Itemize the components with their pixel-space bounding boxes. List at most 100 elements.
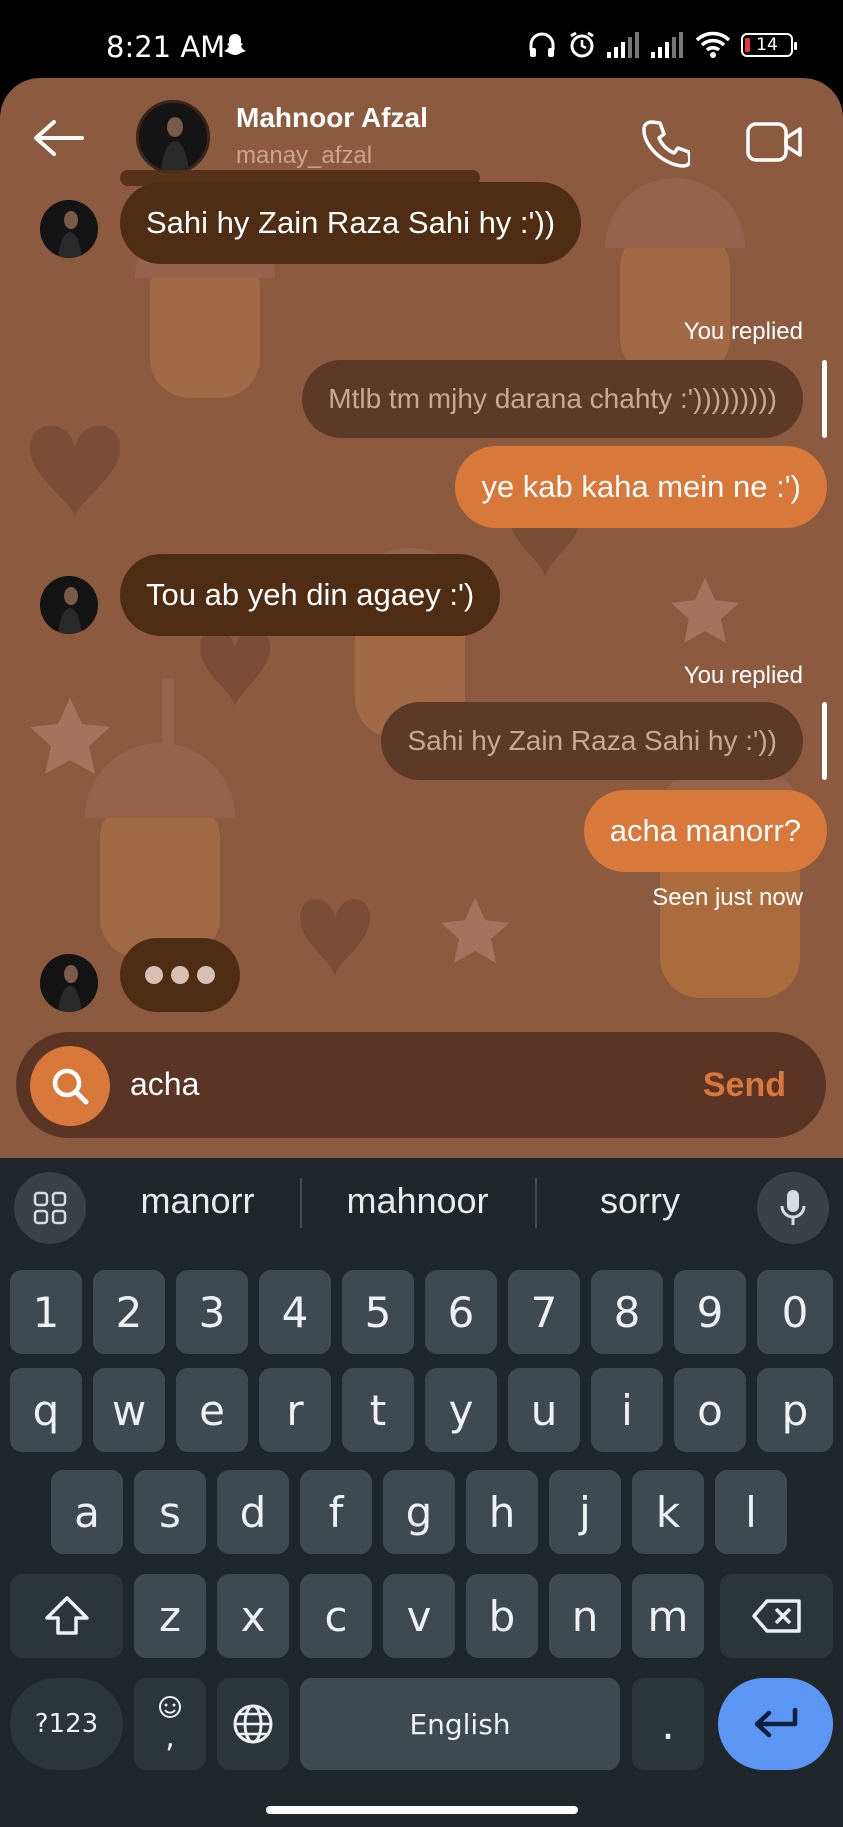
suggestion-divider [535,1178,537,1228]
key-u[interactable]: u [508,1368,580,1452]
send-button[interactable]: Send [703,1066,786,1105]
message-composer: acha Send [16,1032,826,1138]
shift-key[interactable] [10,1574,123,1658]
key-0[interactable]: 0 [757,1270,833,1354]
emoji-icon [159,1695,181,1718]
message-bubble[interactable]: acha manorr? [583,790,827,872]
sender-avatar [40,576,98,634]
suggestion-divider [300,1178,302,1228]
quoted-message[interactable]: Mtlb tm mjhy darana chahty :'))))))))) [302,360,803,438]
key-o[interactable]: o [674,1368,746,1452]
key-l[interactable]: l [715,1470,787,1554]
key-v[interactable]: v [383,1574,455,1658]
space-bar[interactable]: English [300,1678,620,1770]
globe-icon [233,1704,273,1744]
key-p[interactable]: p [757,1368,833,1452]
key-4[interactable]: 4 [259,1270,331,1354]
signal-icon [607,32,639,58]
message-bubble[interactable]: ye kab kaha mein ne :') [455,446,827,528]
key-z[interactable]: z [134,1574,206,1658]
message-bubble[interactable]: Tou ab yeh din agaey :') [120,554,501,636]
key-t[interactable]: t [342,1368,414,1452]
key-7[interactable]: 7 [508,1270,580,1354]
key-f[interactable]: f [300,1470,372,1554]
home-indicator[interactable] [266,1806,578,1814]
key-q[interactable]: q [10,1368,82,1452]
key-g[interactable]: g [383,1470,455,1554]
contact-name[interactable]: Mahnoor Afzal [236,102,428,134]
key-b[interactable]: b [466,1574,538,1658]
apps-grid-button[interactable] [14,1172,86,1244]
backspace-icon [751,1599,801,1633]
language-key[interactable] [217,1678,289,1770]
suggestion-item[interactable]: manorr [110,1180,285,1222]
enter-key[interactable] [718,1678,833,1770]
battery-level: 14 [756,35,778,55]
emoji-comma-key[interactable]: , [134,1678,206,1770]
contact-avatar[interactable] [136,100,210,174]
phone-icon[interactable] [640,118,690,168]
key-n[interactable]: n [549,1574,621,1658]
key-s[interactable]: s [134,1470,206,1554]
key-k[interactable]: k [632,1470,704,1554]
backspace-key[interactable] [720,1574,833,1658]
key-a[interactable]: a [51,1470,123,1554]
reply-label: You replied [683,318,803,345]
key-i[interactable]: i [591,1368,663,1452]
enter-arrow-icon [754,1707,797,1738]
search-button[interactable] [30,1046,110,1126]
key-x[interactable]: x [217,1574,289,1658]
reply-indicator-bar [822,360,827,438]
snapchat-icon [224,34,246,55]
voice-input-button[interactable] [757,1172,829,1244]
key-9[interactable]: 9 [674,1270,746,1354]
status-time: 8:21 AM [106,30,226,64]
back-arrow-icon[interactable] [32,118,84,158]
symbols-key[interactable]: ?123 [10,1678,123,1770]
status-icons: 14 [527,30,797,60]
key-8[interactable]: 8 [591,1270,663,1354]
reply-indicator-bar [822,702,827,780]
status-bar: 8:21 AM 14 [0,0,843,78]
battery-icon: 14 [741,33,797,57]
search-icon [52,1068,89,1105]
key-6[interactable]: 6 [425,1270,497,1354]
microphone-icon [780,1190,806,1225]
headphones-icon [529,32,555,57]
key-h[interactable]: h [466,1470,538,1554]
key-3[interactable]: 3 [176,1270,248,1354]
alarm-icon [570,31,594,58]
key-j[interactable]: j [549,1470,621,1554]
apps-grid-icon [33,1191,67,1225]
message-input[interactable]: acha [130,1066,199,1103]
typing-indicator [120,938,240,1012]
keyboard: manorr mahnoor sorry 1 2 3 4 5 6 7 8 9 0… [0,1158,843,1827]
shift-icon [44,1596,89,1635]
reply-label: You replied [683,662,803,689]
comma-label: , [165,1719,175,1755]
video-call-icon[interactable] [746,120,804,164]
contact-username[interactable]: manay_afzal [236,142,372,170]
signal-icon [651,32,683,58]
key-5[interactable]: 5 [342,1270,414,1354]
key-e[interactable]: e [176,1368,248,1452]
wifi-icon [695,31,731,58]
key-m[interactable]: m [632,1574,704,1658]
sender-avatar [40,200,98,258]
message-bubble[interactable]: Sahi hy Zain Raza Sahi hy :')) [120,182,582,264]
key-r[interactable]: r [259,1368,331,1452]
suggestion-bar: manorr mahnoor sorry [0,1158,843,1254]
key-c[interactable]: c [300,1574,372,1658]
key-d[interactable]: d [217,1470,289,1554]
key-y[interactable]: y [425,1368,497,1452]
chat-screen: Mahnoor Afzal manay_afzal Sahi hy Zain R… [0,78,843,1158]
quoted-message[interactable]: Sahi hy Zain Raza Sahi hy :')) [381,702,803,780]
suggestion-item[interactable]: sorry [555,1180,725,1222]
key-1[interactable]: 1 [10,1270,82,1354]
key-2[interactable]: 2 [93,1270,165,1354]
sender-avatar [40,954,98,1012]
key-w[interactable]: w [93,1368,165,1452]
period-key[interactable]: . [632,1678,704,1770]
suggestion-item[interactable]: mahnoor [320,1180,515,1222]
seen-status: Seen just now [652,884,803,911]
